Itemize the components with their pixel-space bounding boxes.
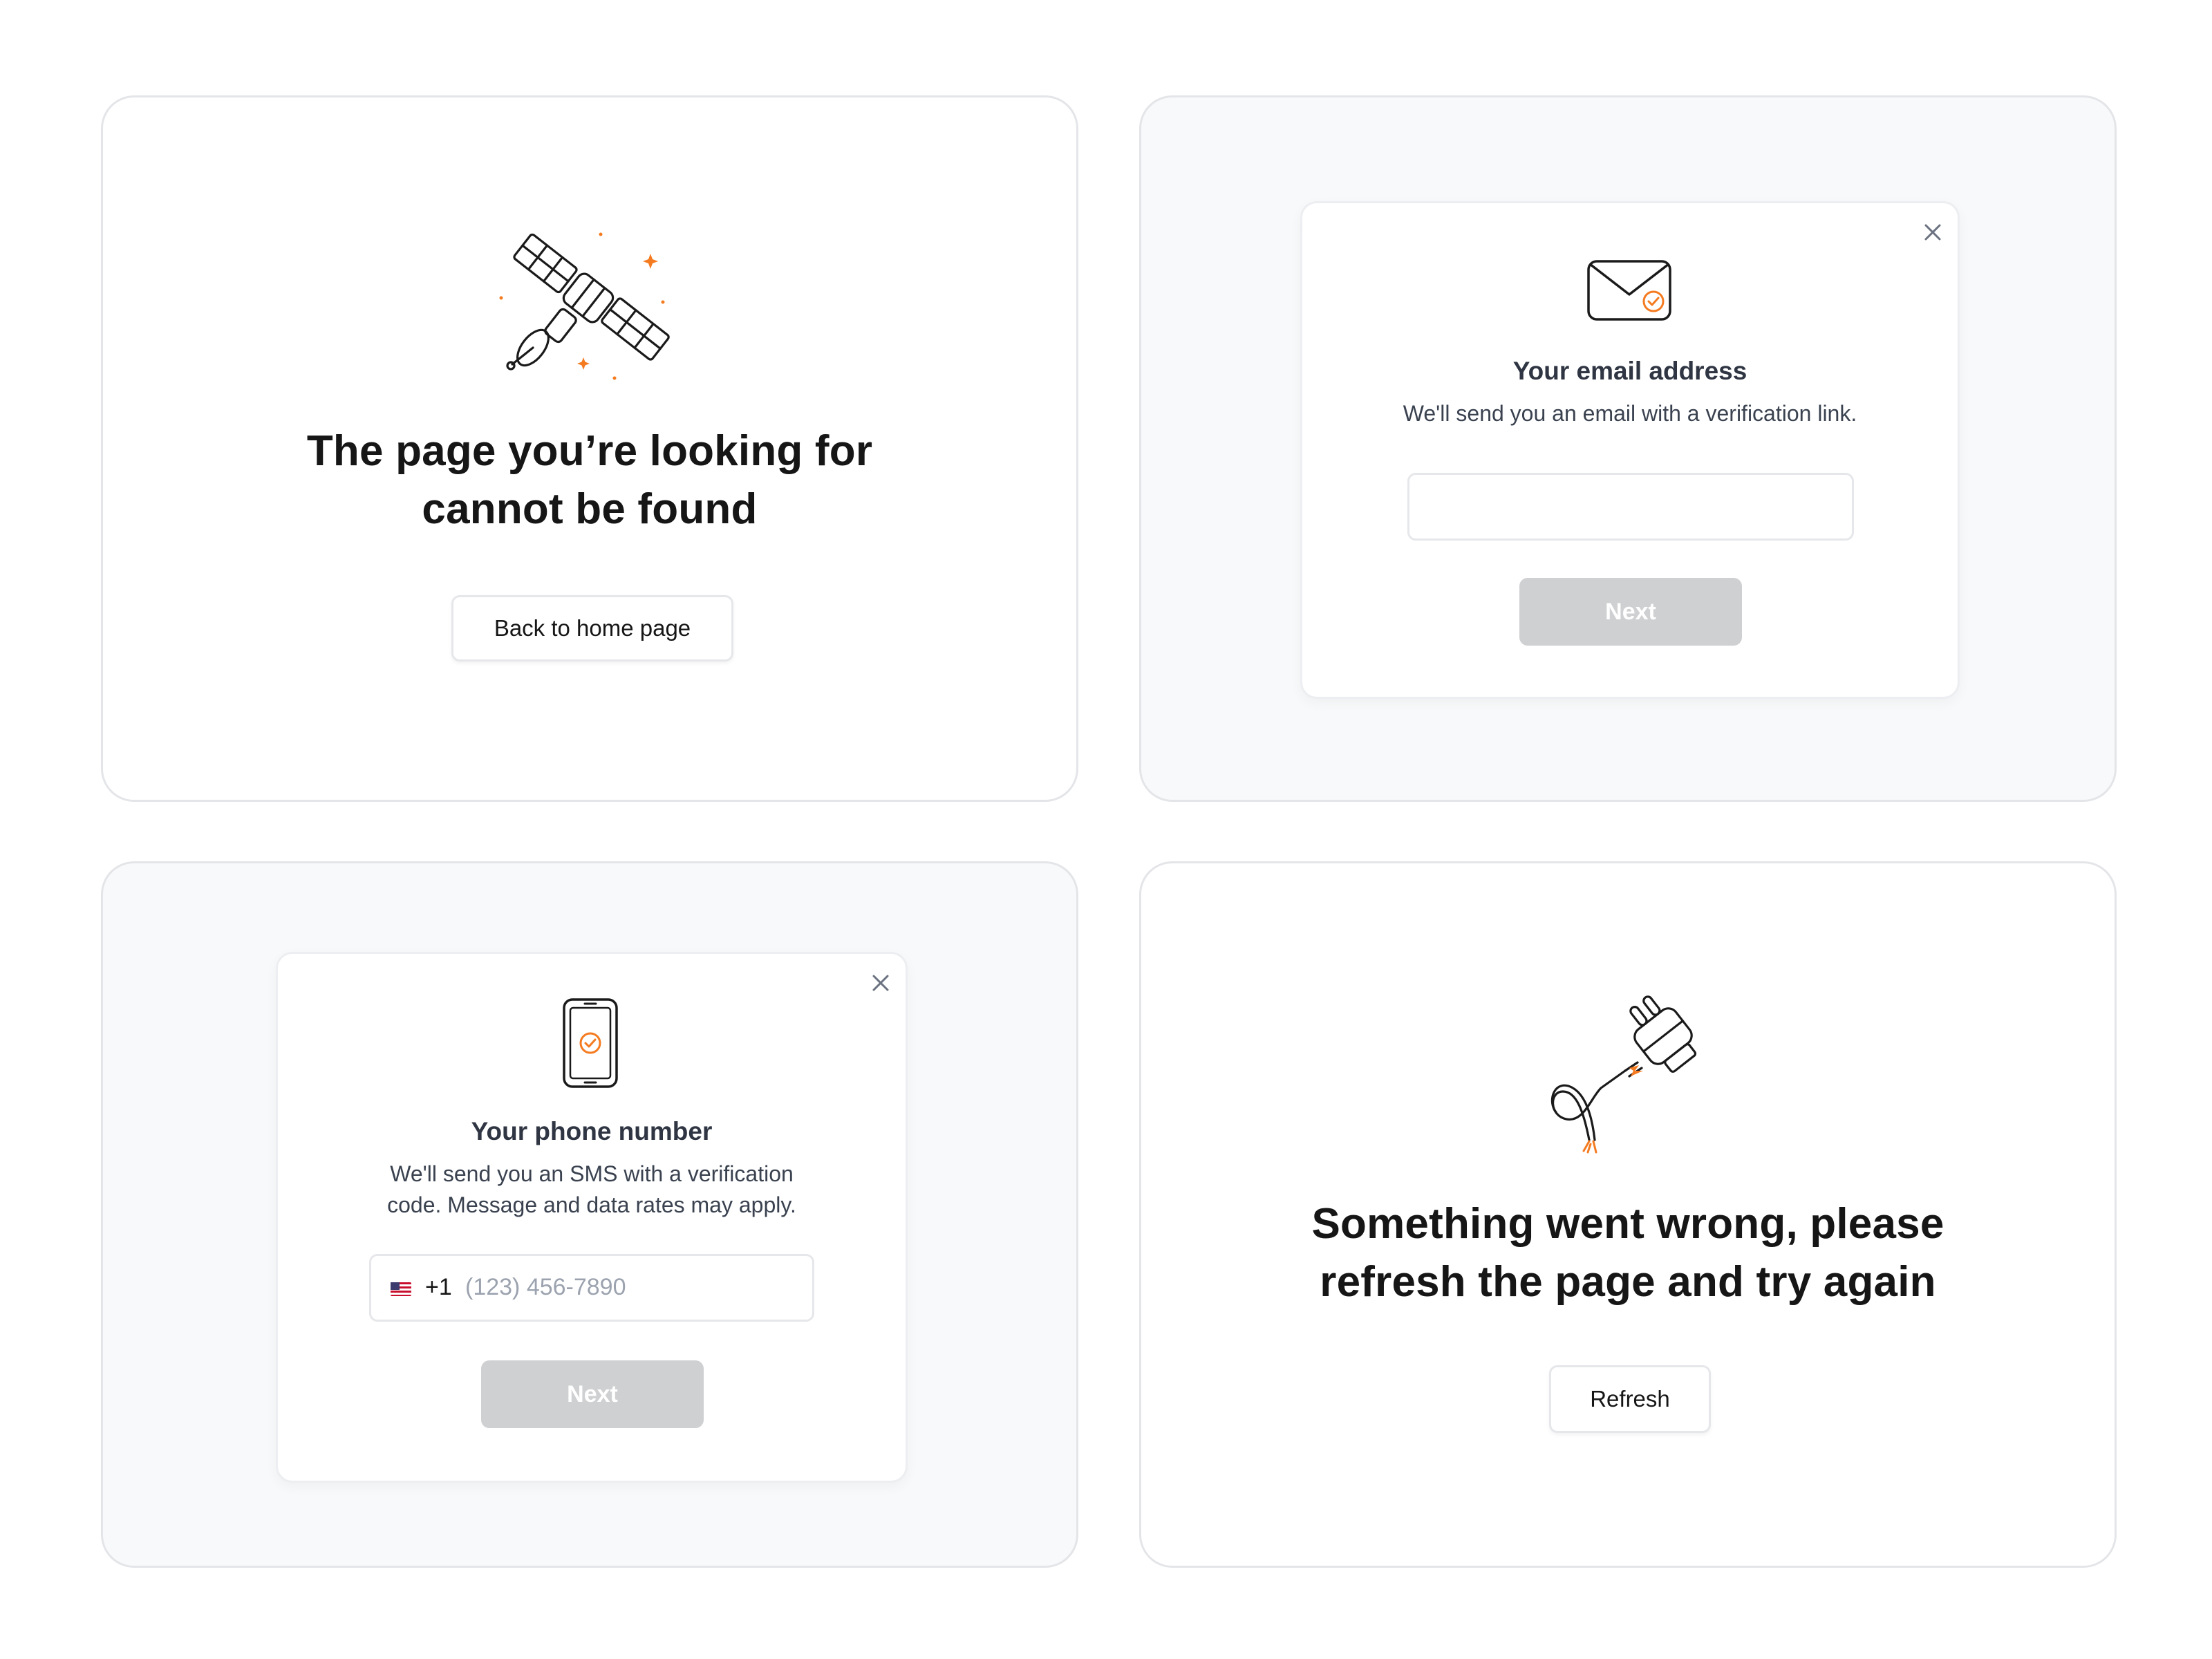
error-title-line-2: refresh the page and try again	[1320, 1258, 1936, 1306]
not-found-card: The page you’re looking for cannot be fo…	[101, 95, 1078, 802]
back-home-button[interactable]: Back to home page	[451, 595, 733, 662]
unplugged-plug-icon	[1550, 995, 1697, 1154]
email-title: Your email address	[1512, 357, 1747, 385]
phone-verification-card: Your phone number We'll send you an SMS …	[101, 861, 1078, 1568]
phone-subtitle-line-1: We'll send you an SMS with a verificatio…	[390, 1161, 794, 1186]
next-button[interactable]: Next	[1519, 578, 1742, 646]
next-button[interactable]: Next	[481, 1360, 704, 1428]
email-verification-card: Your email address We'll send you an ema…	[1139, 95, 2117, 802]
email-field[interactable]	[1407, 473, 1854, 541]
error-card: Something went wrong, please refresh the…	[1139, 861, 2117, 1568]
close-icon[interactable]	[1923, 223, 1942, 242]
phone-subtitle-line-2: code. Message and data rates may apply.	[387, 1192, 796, 1217]
envelope-check-icon	[1587, 260, 1671, 321]
phone-check-icon	[563, 998, 618, 1088]
phone-title: Your phone number	[471, 1117, 713, 1145]
error-title-line-1: Something went wrong, please	[1311, 1200, 1944, 1248]
email-modal: Your email address We'll send you an ema…	[1300, 201, 1960, 699]
refresh-button[interactable]: Refresh	[1549, 1365, 1711, 1433]
phone-placeholder: (123) 456-7890	[465, 1274, 626, 1300]
country-code[interactable]: +1	[425, 1274, 452, 1301]
phone-subtitle: We'll send you an SMS with a verificatio…	[278, 1159, 906, 1221]
satellite-icon	[499, 232, 670, 380]
phone-modal: Your phone number We'll send you an SMS …	[276, 952, 908, 1483]
email-subtitle: We'll send you an email with a verificat…	[1403, 401, 1857, 426]
page-title-line-2: cannot be found	[422, 485, 758, 533]
phone-input[interactable]: +1 (123) 456-7890	[369, 1254, 814, 1322]
close-icon[interactable]	[871, 973, 890, 993]
page-title-line-1: The page you’re looking for	[306, 427, 873, 475]
us-flag-icon[interactable]	[391, 1282, 411, 1296]
